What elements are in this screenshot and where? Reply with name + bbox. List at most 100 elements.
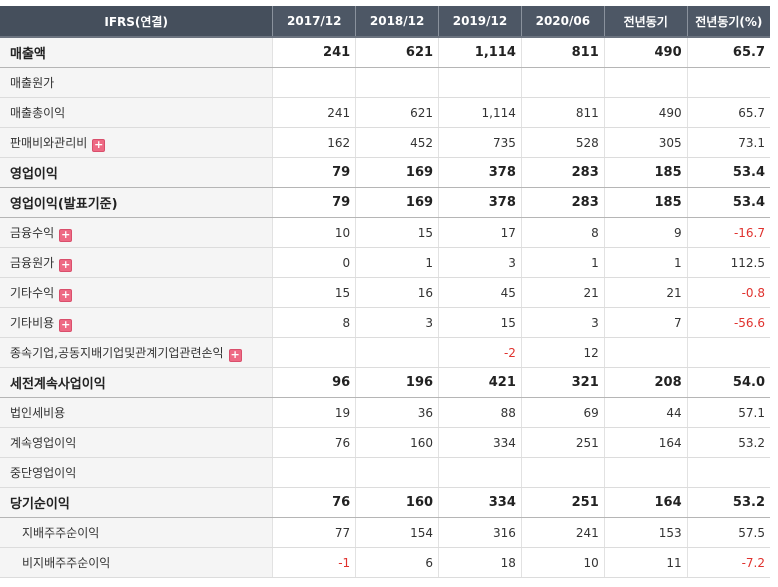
value-cell: 160	[355, 427, 440, 458]
value-cell: 490	[604, 36, 688, 68]
value-cell: 378	[438, 187, 522, 218]
value-cell: 153	[604, 517, 688, 548]
value-cell: 811	[521, 36, 605, 68]
value-cell: 11	[604, 547, 688, 578]
table-row: 기타수익 +15 16 45 21 21 -0.8	[0, 277, 770, 308]
value-cell: 1,114	[438, 97, 522, 128]
row-label: 당기순이익	[10, 497, 70, 512]
value-cell: -2	[438, 337, 522, 368]
table-row: 지배주주순이익 77 154 316 241 153 57.5	[0, 517, 770, 548]
value-cell: 112.5	[687, 247, 770, 278]
value-cell: 305	[604, 127, 688, 158]
value-cell: -56.6	[687, 307, 770, 338]
row-label-cell[interactable]: 금융원가 +	[0, 247, 274, 278]
value-cell: 528	[521, 127, 605, 158]
row-label: 세전계속사업이익	[10, 377, 106, 392]
value-cell	[687, 457, 770, 488]
value-cell: 169	[355, 157, 440, 188]
plus-icon[interactable]: +	[59, 288, 73, 302]
row-label-cell: 비지배주주순이익	[0, 547, 274, 578]
value-cell: 490	[604, 97, 688, 128]
value-cell: 12	[521, 337, 605, 368]
value-cell	[604, 67, 688, 98]
row-label: 판매비와관리비	[10, 135, 88, 150]
value-cell: 53.4	[687, 157, 770, 188]
row-label-cell: 매출원가	[0, 67, 274, 98]
value-cell: 283	[521, 187, 605, 218]
plus-icon[interactable]: +	[59, 258, 73, 272]
value-cell	[355, 337, 440, 368]
value-cell: 21	[604, 277, 688, 308]
row-label-cell: 당기순이익	[0, 487, 274, 518]
income-statement-panel: IFRS(연결) 2017/12 2018/12 2019/12 2020/06…	[0, 6, 770, 578]
table-row: 판매비와관리비 +162 452 735 528 305 73.1	[0, 127, 770, 158]
value-cell: 45	[438, 277, 522, 308]
row-label-cell: 계속영업이익	[0, 427, 274, 458]
value-cell: 621	[355, 97, 440, 128]
row-label: 영업이익	[10, 167, 58, 182]
value-cell: 321	[521, 367, 605, 398]
row-label-cell[interactable]: 판매비와관리비 +	[0, 127, 274, 158]
value-cell: 196	[355, 367, 440, 398]
value-cell: 251	[521, 487, 605, 518]
value-cell: 378	[438, 157, 522, 188]
income-statement-table: IFRS(연결) 2017/12 2018/12 2019/12 2020/06…	[0, 6, 770, 578]
value-cell: 10	[272, 217, 357, 248]
value-cell: 164	[604, 487, 688, 518]
value-cell: 57.1	[687, 397, 770, 428]
value-cell: 73.1	[687, 127, 770, 158]
row-label-cell[interactable]: 금융수익 +	[0, 217, 274, 248]
value-cell: 1	[521, 247, 605, 278]
row-label: 금융수익	[10, 225, 55, 240]
header-ifrs: IFRS(연결)	[0, 6, 274, 37]
row-label-cell[interactable]: 종속기업,공동지배기업및관계기업관련손익 +	[0, 337, 274, 368]
value-cell	[521, 457, 605, 488]
plus-icon[interactable]: +	[92, 138, 106, 152]
value-cell	[604, 457, 688, 488]
row-label-cell: 지배주주순이익	[0, 517, 274, 548]
value-cell: 160	[355, 487, 440, 518]
header-prior-period-pct: 전년동기(%)	[687, 6, 770, 37]
value-cell: 185	[604, 187, 688, 218]
value-cell: 283	[521, 157, 605, 188]
table-row: 종속기업,공동지배기업및관계기업관련손익 + -2 12	[0, 337, 770, 368]
value-cell: 169	[355, 187, 440, 218]
value-cell: 7	[604, 307, 688, 338]
table-row: 매출액 241 621 1,114 811 490 65.7	[0, 36, 770, 68]
table-body: 매출액 241 621 1,114 811 490 65.7 매출원가매출총이익 241 621 1…	[0, 36, 770, 578]
plus-icon[interactable]: +	[228, 348, 242, 362]
row-label-cell: 법인세비용	[0, 397, 274, 428]
value-cell: 54.0	[687, 367, 770, 398]
value-cell	[687, 337, 770, 368]
row-label: 매출원가	[10, 76, 55, 90]
value-cell: 154	[355, 517, 440, 548]
value-cell: 241	[272, 97, 357, 128]
value-cell: 0	[272, 247, 357, 278]
row-label: 금융원가	[10, 255, 55, 270]
plus-icon[interactable]: +	[59, 228, 73, 242]
table-row: 매출총이익 241 621 1,114 811 490 65.7	[0, 97, 770, 128]
value-cell: 76	[272, 487, 357, 518]
row-label: 비지배주주순이익	[22, 556, 111, 570]
value-cell: 76	[272, 427, 357, 458]
row-label: 계속영업이익	[10, 436, 77, 450]
row-label-cell[interactable]: 기타수익 +	[0, 277, 274, 308]
value-cell: 18	[438, 547, 522, 578]
plus-icon[interactable]: +	[59, 318, 73, 332]
value-cell: 65.7	[687, 97, 770, 128]
header-2018: 2018/12	[355, 6, 440, 37]
value-cell: 334	[438, 427, 522, 458]
value-cell: 8	[272, 307, 357, 338]
row-label: 기타수익	[10, 285, 55, 300]
value-cell	[272, 67, 357, 98]
value-cell: 65.7	[687, 36, 770, 68]
value-cell: 53.2	[687, 487, 770, 518]
row-label-cell[interactable]: 기타비용 +	[0, 307, 274, 338]
row-label: 영업이익(발표기준)	[10, 197, 118, 212]
value-cell	[438, 67, 522, 98]
row-label: 지배주주순이익	[22, 526, 100, 540]
value-cell: 1	[604, 247, 688, 278]
value-cell: 15	[438, 307, 522, 338]
value-cell: 9	[604, 217, 688, 248]
value-cell: 21	[521, 277, 605, 308]
